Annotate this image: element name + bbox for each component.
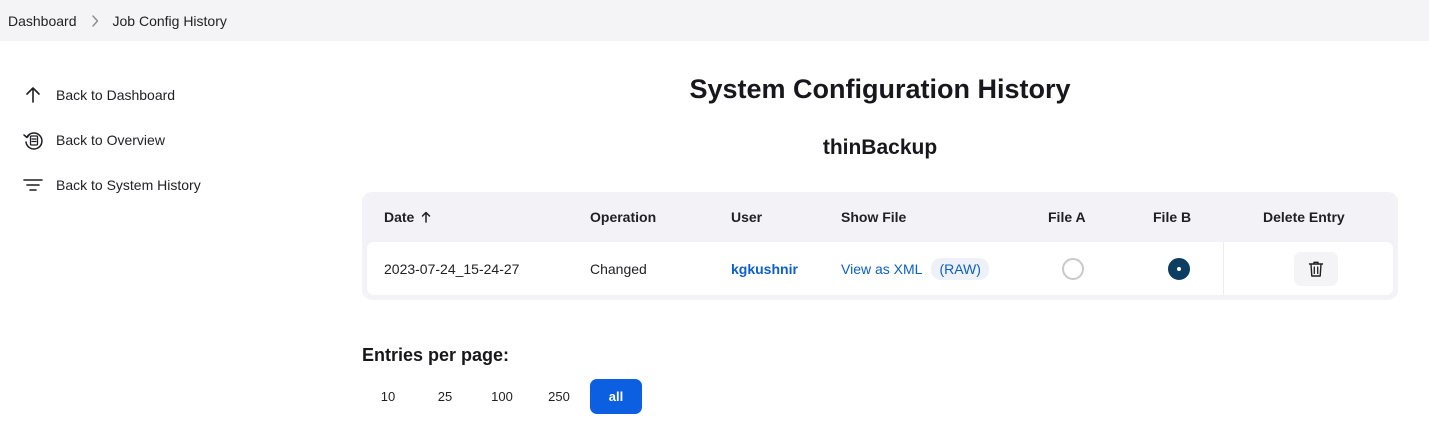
entries-option-all[interactable]: all [590,379,642,414]
column-header-user: User [731,209,763,225]
chevron-right-icon [91,14,99,27]
breadcrumb-job-config-history[interactable]: Job Config History [113,13,227,29]
column-header-operation: Operation [590,209,657,225]
entries-option-10[interactable]: 10 [362,379,414,414]
page-title: System Configuration History [689,74,1071,104]
column-header-label: Date [384,209,415,225]
sidebar-item-back-to-system-history[interactable]: Back to System History [22,162,312,207]
column-header-file-a: File A [1048,209,1086,225]
cell-date: 2023-07-24_15-24-27 [384,260,520,277]
sidebar-item-label: Back to System History [56,176,201,193]
column-divider [1223,242,1224,295]
history-list-icon [22,129,44,151]
raw-link[interactable]: (RAW) [931,257,989,280]
sidebar: Back to Dashboard Back to Overview Back … [22,72,312,207]
column-header-show-file: Show File [841,209,907,225]
entries-per-page-label: Entries per page: [362,345,510,365]
entries-option-25[interactable]: 25 [419,379,471,414]
sidebar-item-label: Back to Overview [56,131,165,148]
table-header: Date Operation User Show File File A Fil… [362,192,1398,242]
delete-entry-button[interactable] [1294,251,1338,286]
history-table: Date Operation User Show File File A Fil… [362,192,1398,300]
cell-user: kgkushnir [731,242,798,295]
sidebar-item-back-to-overview[interactable]: Back to Overview [22,117,312,162]
file-a-radio[interactable] [1062,257,1084,280]
cell-file-b [1168,242,1190,295]
breadcrumb-dashboard[interactable]: Dashboard [8,13,77,29]
arrow-up-icon [22,84,44,106]
filter-lines-icon [22,174,44,196]
user-link[interactable]: kgkushnir [731,261,798,277]
sidebar-item-label: Back to Dashboard [56,86,176,103]
sidebar-item-back-to-dashboard[interactable]: Back to Dashboard [22,72,312,117]
view-as-xml-link[interactable]: View as XML [841,261,922,277]
entries-per-page-options: 10 25 100 250 all [362,379,647,414]
cell-delete-entry [1294,242,1338,295]
cell-operation: Changed [590,260,647,277]
column-header-delete-entry: Delete Entry [1263,209,1345,225]
entries-option-100[interactable]: 100 [476,379,528,414]
arrow-up-icon [421,211,431,223]
column-header-file-b: File B [1153,209,1192,225]
cell-file-a [1062,242,1084,295]
breadcrumb: Dashboard Job Config History [0,0,1429,41]
entries-option-250[interactable]: 250 [533,379,585,414]
file-b-radio[interactable] [1168,257,1190,280]
column-header-date[interactable]: Date [384,209,431,225]
trash-icon [1308,260,1324,278]
table-row: 2023-07-24_15-24-27 Changed kgkushnir Vi… [367,242,1393,295]
cell-show-file: View as XML (RAW) [841,242,989,295]
page-subtitle: thinBackup [822,136,938,159]
